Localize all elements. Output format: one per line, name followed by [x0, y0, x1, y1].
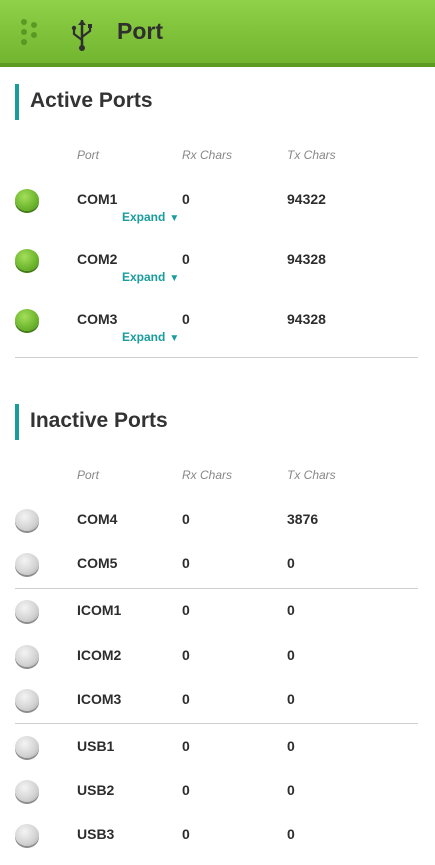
- rx-chars: 0: [182, 511, 190, 527]
- tx-chars: 0: [287, 738, 295, 754]
- status-led-icon: [15, 189, 39, 211]
- status-led-icon: [15, 689, 39, 711]
- inactive-port-row[interactable]: USB2 0 0: [0, 777, 435, 821]
- tx-chars: 94328: [287, 311, 326, 327]
- inactive-port-row[interactable]: USB3 0 0: [0, 821, 435, 865]
- inactive-port-row[interactable]: USB1 0 0: [0, 733, 435, 777]
- section-divider: [15, 357, 418, 358]
- rx-chars: 0: [182, 691, 190, 707]
- port-name: COM1: [77, 191, 118, 207]
- port-name: COM5: [77, 555, 118, 571]
- inactive-port-row[interactable]: COM4 0 3876: [0, 506, 435, 550]
- port-name: COM2: [77, 251, 118, 267]
- tx-chars: 0: [287, 602, 295, 618]
- active-port-row[interactable]: COM2 0 94328 Expand ▼: [0, 246, 435, 290]
- col-header-port: Port: [77, 468, 100, 482]
- expand-link[interactable]: Expand ▼: [122, 210, 179, 224]
- rx-chars: 0: [182, 738, 190, 754]
- rx-chars: 0: [182, 647, 190, 663]
- status-led-icon: [15, 309, 39, 331]
- status-led-icon: [15, 553, 39, 575]
- tx-chars: 94322: [287, 191, 326, 207]
- status-led-icon: [15, 645, 39, 667]
- rx-chars: 0: [182, 782, 190, 798]
- app-header: Port: [0, 0, 435, 67]
- tx-chars: 0: [287, 691, 295, 707]
- port-name: ICOM3: [77, 691, 122, 707]
- col-header-port: Port: [77, 148, 100, 162]
- tx-chars: 94328: [287, 251, 326, 267]
- caret-down-icon: ▼: [169, 333, 180, 344]
- status-led-icon: [15, 780, 39, 802]
- status-led-icon: [15, 736, 39, 758]
- menu-dots-icon[interactable]: [21, 19, 41, 45]
- status-led-icon: [15, 600, 39, 622]
- col-header-rx: Rx Chars: [182, 468, 233, 482]
- group-divider: [15, 588, 418, 589]
- port-name: USB1: [77, 738, 115, 754]
- expand-link[interactable]: Expand ▼: [122, 270, 179, 284]
- rx-chars: 0: [182, 251, 190, 267]
- tx-chars: 0: [287, 555, 295, 571]
- usb-icon: [71, 20, 92, 51]
- status-led-icon: [15, 509, 39, 531]
- caret-down-icon: ▼: [169, 273, 180, 284]
- page-title: Port: [117, 18, 163, 44]
- rx-chars: 0: [182, 191, 190, 207]
- active-ports-title: Active Ports: [15, 84, 153, 120]
- port-name: ICOM1: [77, 602, 122, 618]
- tx-chars: 0: [287, 782, 295, 798]
- col-header-rx: Rx Chars: [182, 148, 233, 162]
- port-name: COM3: [77, 311, 118, 327]
- expand-label: Expand: [122, 330, 166, 344]
- port-name: USB2: [77, 782, 115, 798]
- expand-link[interactable]: Expand ▼: [122, 330, 179, 344]
- rx-chars: 0: [182, 311, 190, 327]
- caret-down-icon: ▼: [169, 213, 180, 224]
- port-name: USB3: [77, 826, 115, 842]
- col-header-tx: Tx Chars: [287, 468, 336, 482]
- inactive-ports-title: Inactive Ports: [15, 404, 168, 440]
- group-divider: [15, 723, 418, 724]
- tx-chars: 0: [287, 647, 295, 663]
- rx-chars: 0: [182, 555, 190, 571]
- col-header-tx: Tx Chars: [287, 148, 336, 162]
- active-port-row[interactable]: COM3 0 94328 Expand ▼: [0, 306, 435, 350]
- port-name: ICOM2: [77, 647, 122, 663]
- status-led-icon: [15, 824, 39, 846]
- active-port-row[interactable]: COM1 0 94322 Expand ▼: [0, 186, 435, 230]
- inactive-port-row[interactable]: ICOM1 0 0: [0, 597, 435, 641]
- rx-chars: 0: [182, 602, 190, 618]
- inactive-port-row[interactable]: ICOM2 0 0: [0, 642, 435, 686]
- tx-chars: 3876: [287, 511, 319, 527]
- rx-chars: 0: [182, 826, 190, 842]
- tx-chars: 0: [287, 826, 295, 842]
- port-name: COM4: [77, 511, 118, 527]
- expand-label: Expand: [122, 210, 166, 224]
- expand-label: Expand: [122, 270, 166, 284]
- status-led-icon: [15, 249, 39, 271]
